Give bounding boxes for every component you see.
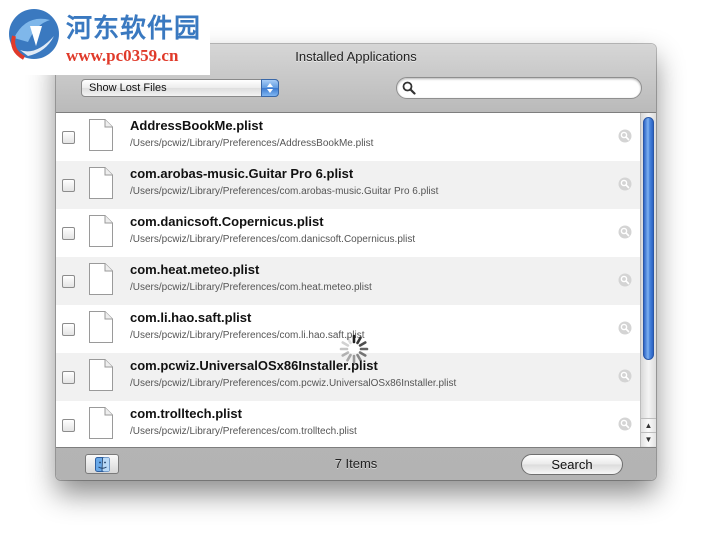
file-name: com.li.hao.saft.plist	[130, 310, 252, 325]
file-name: AddressBookMe.plist	[130, 118, 263, 133]
watermark-logo	[9, 9, 59, 60]
document-icon	[89, 215, 113, 247]
file-row[interactable]: AddressBookMe.plist/Users/pcwiz/Library/…	[56, 113, 640, 161]
magnifier-circle-icon[interactable]	[618, 321, 632, 335]
scroll-down-button[interactable]: ▼	[641, 432, 656, 446]
magnifier-circle-icon[interactable]	[618, 417, 632, 431]
search-field[interactable]	[396, 77, 642, 99]
document-icon	[89, 263, 113, 295]
file-path: /Users/pcwiz/Library/Preferences/com.tro…	[130, 426, 357, 437]
file-path: /Users/pcwiz/Library/Preferences/com.hea…	[130, 282, 372, 293]
scrollbar-thumb[interactable]	[643, 117, 654, 360]
file-name: com.danicsoft.Copernicus.plist	[130, 214, 324, 229]
file-name: com.arobas-music.Guitar Pro 6.plist	[130, 166, 354, 181]
document-icon	[89, 359, 113, 391]
file-name: com.trolltech.plist	[130, 406, 242, 421]
filter-popup[interactable]: Show Lost Files	[81, 79, 279, 97]
vertical-scrollbar[interactable]: ▲ ▼	[640, 113, 656, 447]
file-checkbox[interactable]	[62, 419, 75, 432]
document-icon	[89, 167, 113, 199]
filter-popup-label: Show Lost Files	[89, 82, 167, 94]
magnifier-circle-icon[interactable]	[618, 177, 632, 191]
search-button[interactable]: Search	[521, 454, 623, 475]
file-path: /Users/pcwiz/Library/Preferences/com.dan…	[130, 234, 416, 245]
document-icon	[89, 119, 113, 151]
file-name: com.heat.meteo.plist	[130, 262, 260, 277]
magnifier-circle-icon[interactable]	[618, 129, 632, 143]
magnifier-circle-icon[interactable]	[618, 225, 632, 239]
file-checkbox[interactable]	[62, 275, 75, 288]
file-row[interactable]: com.trolltech.plist/Users/pcwiz/Library/…	[56, 401, 640, 447]
scroll-up-button[interactable]: ▲	[641, 418, 656, 432]
magnifier-circle-icon[interactable]	[618, 273, 632, 287]
watermark-url: www.pc0359.cn	[66, 46, 179, 65]
file-path: /Users/pcwiz/Library/Preferences/Address…	[130, 138, 374, 149]
file-row[interactable]: com.heat.meteo.plist/Users/pcwiz/Library…	[56, 257, 640, 305]
file-checkbox[interactable]	[62, 227, 75, 240]
file-path: /Users/pcwiz/Library/Preferences/com.aro…	[130, 186, 439, 197]
document-icon	[89, 407, 113, 439]
file-row[interactable]: com.danicsoft.Copernicus.plist/Users/pcw…	[56, 209, 640, 257]
magnifier-circle-icon[interactable]	[618, 369, 632, 383]
file-checkbox[interactable]	[62, 179, 75, 192]
watermark-title: 河东软件园	[66, 14, 202, 44]
up-down-arrows-icon	[261, 79, 279, 97]
file-checkbox[interactable]	[62, 323, 75, 336]
installed-applications-window: Installed Applications Show Lost Files A…	[56, 44, 656, 480]
file-path: /Users/pcwiz/Library/Preferences/com.pcw…	[130, 378, 457, 389]
file-checkbox[interactable]	[62, 131, 75, 144]
magnifier-icon	[402, 81, 416, 95]
spinner-icon	[338, 333, 370, 365]
file-checkbox[interactable]	[62, 371, 75, 384]
search-input[interactable]	[419, 80, 631, 96]
site-watermark: 河东软件园 www.pc0359.cn	[0, 0, 210, 75]
file-list: AddressBookMe.plist/Users/pcwiz/Library/…	[56, 112, 656, 448]
file-row[interactable]: com.arobas-music.Guitar Pro 6.plist/User…	[56, 161, 640, 209]
file-path: /Users/pcwiz/Library/Preferences/com.li.…	[130, 330, 365, 341]
document-icon	[89, 311, 113, 343]
